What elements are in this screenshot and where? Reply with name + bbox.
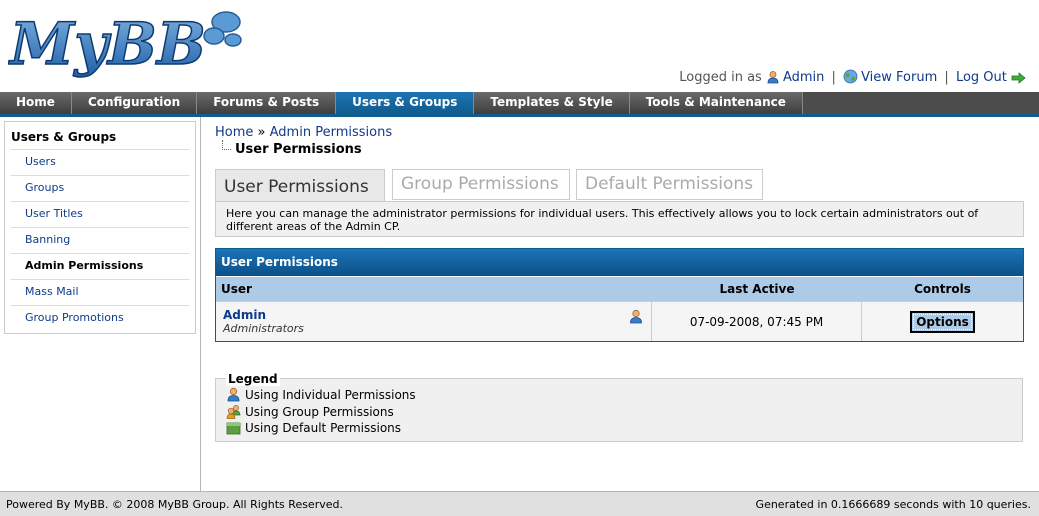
table-header-row: User Last Active Controls [216, 276, 1023, 301]
sidebar-item-mass-mail[interactable]: Mass Mail [11, 279, 189, 305]
menu-item-tools-maintenance[interactable]: Tools & Maintenance [629, 92, 803, 114]
table-row: Admin Administrators 07-09-2008, 07:45 P… [216, 301, 1023, 341]
arrow-right-icon [1011, 72, 1026, 88]
sidebar-item-user-titles[interactable]: User Titles [11, 201, 189, 227]
description-box: Here you can manage the administrator pe… [215, 201, 1024, 237]
legend-title: Legend [226, 372, 280, 386]
username-link[interactable]: Admin [783, 70, 824, 85]
controls-cell: Options [862, 302, 1023, 341]
tab-default-permissions[interactable]: Default Permissions [576, 169, 763, 200]
user-icon [766, 70, 780, 88]
legend-text-group: Using Group Permissions [245, 405, 394, 419]
menu-item-templates-style[interactable]: Templates & Style [474, 92, 630, 114]
separator: | [831, 70, 836, 85]
default-permissions-icon [226, 420, 241, 439]
main-content: Home » Admin Permissions User Permission… [215, 125, 1025, 442]
options-button[interactable]: Options [910, 310, 975, 333]
legend-text-individual: Using Individual Permissions [245, 388, 416, 402]
log-out-link[interactable]: Log Out [956, 70, 1007, 85]
breadcrumb-current-link[interactable]: Admin Permissions [270, 125, 392, 140]
sidebar-item-group-promotions[interactable]: Group Promotions [11, 305, 189, 331]
footer-copyright: Powered By MyBB. © 2008 MyBB Group. All … [6, 498, 343, 511]
last-active-cell: 07-09-2008, 07:45 PM [652, 302, 862, 341]
user-cell: Admin Administrators [216, 302, 652, 341]
main-menu: Home Configuration Forums & Posts Users … [0, 92, 1039, 117]
sidebar-item-groups[interactable]: Groups [11, 175, 189, 201]
globe-icon [843, 69, 858, 88]
sidebar-item-banning[interactable]: Banning [11, 227, 189, 253]
menu-item-configuration[interactable]: Configuration [71, 92, 198, 114]
user-permissions-table: User Permissions User Last Active Contro… [215, 248, 1024, 342]
footer: Powered By MyBB. © 2008 MyBB Group. All … [0, 491, 1039, 516]
menu-item-forums-posts[interactable]: Forums & Posts [197, 92, 337, 114]
menu-item-home[interactable]: Home [0, 92, 72, 114]
page-title: User Permissions [215, 140, 1025, 162]
svg-text:MyBB: MyBB [8, 10, 206, 78]
logged-in-label: Logged in as [679, 70, 762, 85]
legend-text-default: Using Default Permissions [245, 421, 402, 435]
sidebar-item-admin-permissions[interactable]: Admin Permissions [11, 253, 189, 279]
tab-group-permissions[interactable]: Group Permissions [392, 169, 570, 200]
breadcrumb: Home » Admin Permissions [215, 125, 1025, 142]
legend-item-default: Using Default Permissions [226, 420, 401, 436]
user-group: Administrators [223, 322, 304, 335]
breadcrumb-separator: » [257, 125, 266, 140]
table-title: User Permissions [216, 249, 1023, 276]
menu-item-users-groups[interactable]: Users & Groups [336, 92, 475, 114]
page-title-text: User Permissions [235, 142, 362, 157]
legend-item-individual: Using Individual Permissions [226, 387, 416, 403]
legend-item-group: Using Group Permissions [226, 404, 394, 420]
welcome-bar: Logged in as Admin | View Forum | Log Ou… [679, 69, 1029, 88]
column-header-last-active: Last Active [719, 282, 795, 296]
view-forum-link[interactable]: View Forum [861, 70, 937, 85]
breadcrumb-home-link[interactable]: Home [215, 125, 253, 140]
tree-connector [222, 140, 231, 150]
sidebar-title: Users & Groups [11, 130, 117, 144]
separator: | [944, 70, 949, 85]
tab-user-permissions[interactable]: User Permissions [215, 169, 385, 202]
legend-box: Legend Using Individual Permissions Usin… [215, 372, 1023, 442]
column-header-controls: Controls [914, 282, 971, 296]
tab-bar: User Permissions Group Permissions Defau… [215, 169, 1025, 203]
sidebar-item-users[interactable]: Users [11, 149, 189, 175]
column-header-user: User [221, 282, 252, 296]
user-name-link[interactable]: Admin [223, 308, 651, 322]
footer-generated: Generated in 0.1666689 seconds with 10 q… [755, 498, 1031, 511]
left-column: Users & Groups Users Groups User Titles … [0, 117, 201, 491]
header: MyBB Logged in as Admin | View Forum | L… [0, 0, 1039, 92]
mybb-logo[interactable]: MyBB [8, 6, 248, 82]
sidebar-nav: Users & Groups Users Groups User Titles … [4, 121, 196, 334]
user-icon [629, 309, 643, 327]
